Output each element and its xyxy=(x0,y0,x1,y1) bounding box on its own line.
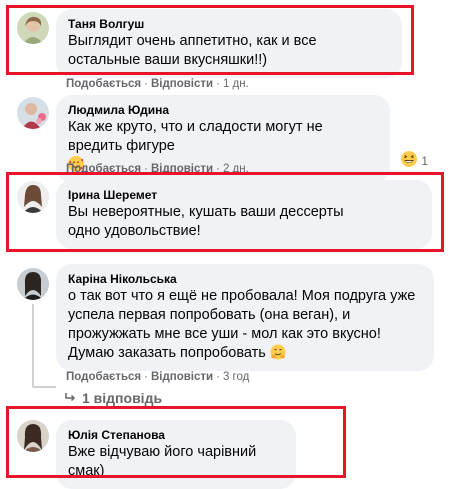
reply-button[interactable]: Відповісти xyxy=(151,371,213,383)
like-button[interactable]: Подобається xyxy=(66,78,141,90)
comment-text-line: о так вот что я ещё не пробовала! Моя по… xyxy=(68,288,416,304)
view-replies-link[interactable]: 1 відповідь xyxy=(64,390,162,406)
comment-actions: Подобається · Відповісти · 1 дн. xyxy=(66,78,249,90)
reply-arrow-icon xyxy=(64,390,76,406)
comment-bubble: Таня Волгуш Выглядит очень аппетитно, ка… xyxy=(56,9,402,78)
comment-author[interactable]: Ірина Шеремет xyxy=(68,187,420,203)
comment-text-line: успела первая попробовать (она веган), и xyxy=(68,307,351,323)
comment-text: Вы невероятные, кушать ваши дессерты одн… xyxy=(68,204,344,239)
reaction-badge[interactable]: 1 xyxy=(400,150,428,171)
replies-count-label: 1 відповідь xyxy=(82,390,163,406)
comment-bubble: Ірина Шеремет Вы невероятные, кушать ваш… xyxy=(56,180,432,249)
avatar[interactable] xyxy=(17,268,49,300)
hugging-face-icon xyxy=(270,344,286,360)
comment-actions: Подобається · Відповісти · 2 дн. xyxy=(66,163,249,175)
comment-time[interactable]: 2 дн. xyxy=(223,163,249,175)
comment-author[interactable]: Юлія Степанова xyxy=(68,427,284,443)
avatar[interactable] xyxy=(17,12,49,44)
comment-actions: Подобається · Відповісти · 3 год xyxy=(66,371,250,383)
reply-button[interactable]: Відповісти xyxy=(151,78,213,90)
like-button[interactable]: Подобається xyxy=(66,371,141,383)
comment-text: Выглядит очень аппетитно, как и все оста… xyxy=(68,33,317,68)
avatar[interactable] xyxy=(17,97,49,129)
like-button[interactable]: Подобається xyxy=(66,163,141,175)
comment-bubble: Юлія Степанова Вже відчуваю його чарівни… xyxy=(56,420,296,489)
comment-author[interactable]: Каріна Нікольська xyxy=(68,271,422,287)
comment-author[interactable]: Таня Волгуш xyxy=(68,16,390,32)
avatar[interactable] xyxy=(17,181,49,213)
grinning-squinting-face-icon xyxy=(400,150,419,171)
thread-line xyxy=(32,386,56,388)
reply-button[interactable]: Відповісти xyxy=(151,163,213,175)
comment-bubble: Каріна Нікольська о так вот что я ещё не… xyxy=(56,264,434,371)
comment-time[interactable]: 3 год xyxy=(223,371,249,383)
comment-text-line: прожужжать мне все уши - мол как это вку… xyxy=(68,326,381,342)
avatar[interactable] xyxy=(17,420,49,452)
comment-text: Вже відчуваю його чарівний смак) xyxy=(68,444,257,479)
comment-time[interactable]: 1 дн. xyxy=(223,78,249,90)
thread-line xyxy=(32,304,34,386)
comment-text-line: Думаю заказать попробовать xyxy=(68,344,422,363)
reaction-count: 1 xyxy=(421,153,428,168)
comment-author[interactable]: Людмила Юдина xyxy=(68,102,378,118)
